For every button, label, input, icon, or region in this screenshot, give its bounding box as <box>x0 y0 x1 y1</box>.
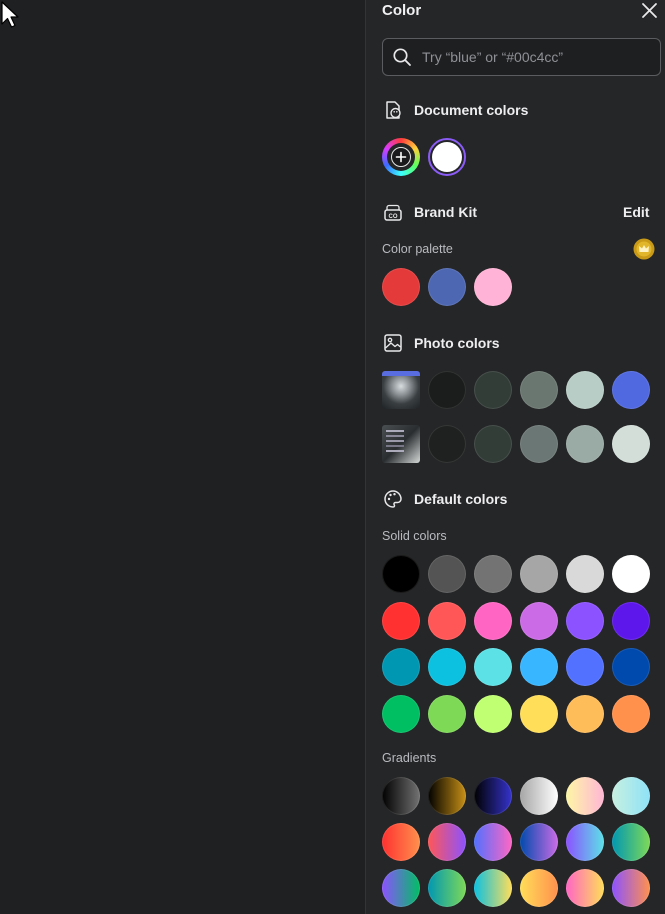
plus-icon <box>395 151 407 163</box>
gradient-swatch[interactable] <box>474 869 512 907</box>
solid-color-swatch[interactable] <box>520 555 558 593</box>
mouse-pointer-icon <box>1 1 19 28</box>
photo-color-swatch[interactable] <box>474 425 512 463</box>
solid-color-swatch[interactable] <box>382 601 420 640</box>
solid-colors-row <box>382 555 650 593</box>
solid-color-swatch[interactable] <box>382 648 420 686</box>
solid-color-swatch[interactable] <box>520 694 558 733</box>
photo-thumbnail[interactable] <box>382 371 420 409</box>
palette-icon <box>384 490 402 508</box>
brand-kit-icon: CO <box>384 204 402 221</box>
photo-colors-header: Photo colors <box>382 332 500 354</box>
photo-color-swatch[interactable] <box>428 371 466 409</box>
gradient-swatch[interactable] <box>428 823 466 861</box>
gradient-swatch[interactable] <box>612 869 650 907</box>
search-icon <box>393 48 411 66</box>
brand-kit-title: Brand Kit <box>414 204 477 220</box>
brand-color-swatch[interactable] <box>428 268 466 306</box>
svg-text:CO: CO <box>389 214 398 220</box>
default-colors-title: Default colors <box>414 491 508 507</box>
photo-colors-title: Photo colors <box>414 335 500 351</box>
color-palette-label: Color palette <box>382 242 453 256</box>
photo-thumbnail[interactable] <box>382 425 420 463</box>
gradient-swatch[interactable] <box>428 869 466 907</box>
solid-color-swatch[interactable] <box>566 648 604 686</box>
solid-color-swatch[interactable] <box>474 601 512 640</box>
photo-color-swatch[interactable] <box>474 371 512 409</box>
solid-color-swatch[interactable] <box>520 648 558 686</box>
color-panel: Color Document colors <box>365 0 665 914</box>
photo-color-swatch[interactable] <box>612 371 650 409</box>
solid-colors-row <box>382 694 650 733</box>
solid-color-swatch[interactable] <box>428 555 466 593</box>
solid-color-swatch[interactable] <box>428 694 466 733</box>
gradient-swatch[interactable] <box>382 869 420 907</box>
gradients-row <box>382 823 650 861</box>
close-icon[interactable] <box>639 1 659 21</box>
solid-color-swatch[interactable] <box>520 601 558 640</box>
photo-color-swatch[interactable] <box>566 371 604 409</box>
solid-color-swatch[interactable] <box>612 601 650 640</box>
solid-color-swatch[interactable] <box>474 694 512 733</box>
solid-color-swatch[interactable] <box>474 648 512 686</box>
solid-color-swatch[interactable] <box>382 694 420 733</box>
document-color-swatch-selected[interactable] <box>428 138 466 176</box>
solid-color-swatch[interactable] <box>566 555 604 593</box>
document-palette-icon <box>386 101 401 119</box>
gradients-label: Gradients <box>382 751 437 765</box>
solid-color-swatch[interactable] <box>566 601 604 640</box>
solid-color-swatch[interactable] <box>612 648 650 686</box>
brand-kit-header: CO Brand Kit <box>382 201 477 223</box>
gradient-swatch[interactable] <box>382 777 420 815</box>
panel-title: Color <box>382 2 422 19</box>
gradient-swatch[interactable] <box>566 777 604 815</box>
photo-color-swatch[interactable] <box>520 371 558 409</box>
gradient-swatch[interactable] <box>474 777 512 815</box>
document-colors-header: Document colors <box>382 99 528 121</box>
solid-color-swatch[interactable] <box>382 555 420 593</box>
gradient-swatch[interactable] <box>520 869 558 907</box>
solid-colors-row <box>382 648 650 686</box>
document-colors-row <box>382 138 466 176</box>
photo-color-swatch[interactable] <box>428 425 466 463</box>
gradient-swatch[interactable] <box>428 777 466 815</box>
brand-palette-row <box>382 268 512 306</box>
default-colors-header: Default colors <box>382 488 507 510</box>
gradient-swatch[interactable] <box>520 823 558 861</box>
brand-color-swatch[interactable] <box>474 268 512 306</box>
search-input[interactable] <box>422 49 660 65</box>
solid-colors-row <box>382 601 650 640</box>
gradient-swatch[interactable] <box>566 823 604 861</box>
gradient-swatch[interactable] <box>566 869 604 907</box>
gradient-swatch[interactable] <box>382 823 420 861</box>
image-icon <box>384 334 402 352</box>
solid-color-swatch[interactable] <box>428 648 466 686</box>
edit-brand-kit-button[interactable]: Edit <box>623 204 649 220</box>
solid-colors-label: Solid colors <box>382 529 447 543</box>
gradient-swatch[interactable] <box>474 823 512 861</box>
photo-color-swatch[interactable] <box>520 425 558 463</box>
solid-color-swatch[interactable] <box>428 601 466 640</box>
brand-color-swatch[interactable] <box>382 268 420 306</box>
solid-color-swatch[interactable] <box>566 694 604 733</box>
gradient-swatch[interactable] <box>612 777 650 815</box>
solid-color-swatch[interactable] <box>612 555 650 593</box>
add-color-button[interactable] <box>382 138 420 176</box>
photo-color-swatch[interactable] <box>612 425 650 463</box>
color-search-box[interactable] <box>382 38 661 76</box>
gradient-swatch[interactable] <box>612 823 650 861</box>
photo-colors-row-1 <box>382 371 650 409</box>
gradient-swatch[interactable] <box>520 777 558 815</box>
photo-colors-row-2 <box>382 425 650 463</box>
gradients-row <box>382 869 650 907</box>
photo-color-swatch[interactable] <box>566 425 604 463</box>
solid-color-swatch[interactable] <box>612 694 650 733</box>
solid-color-swatch[interactable] <box>474 555 512 593</box>
crown-icon[interactable] <box>633 238 655 260</box>
gradients-row <box>382 777 650 815</box>
document-colors-title: Document colors <box>414 102 529 118</box>
